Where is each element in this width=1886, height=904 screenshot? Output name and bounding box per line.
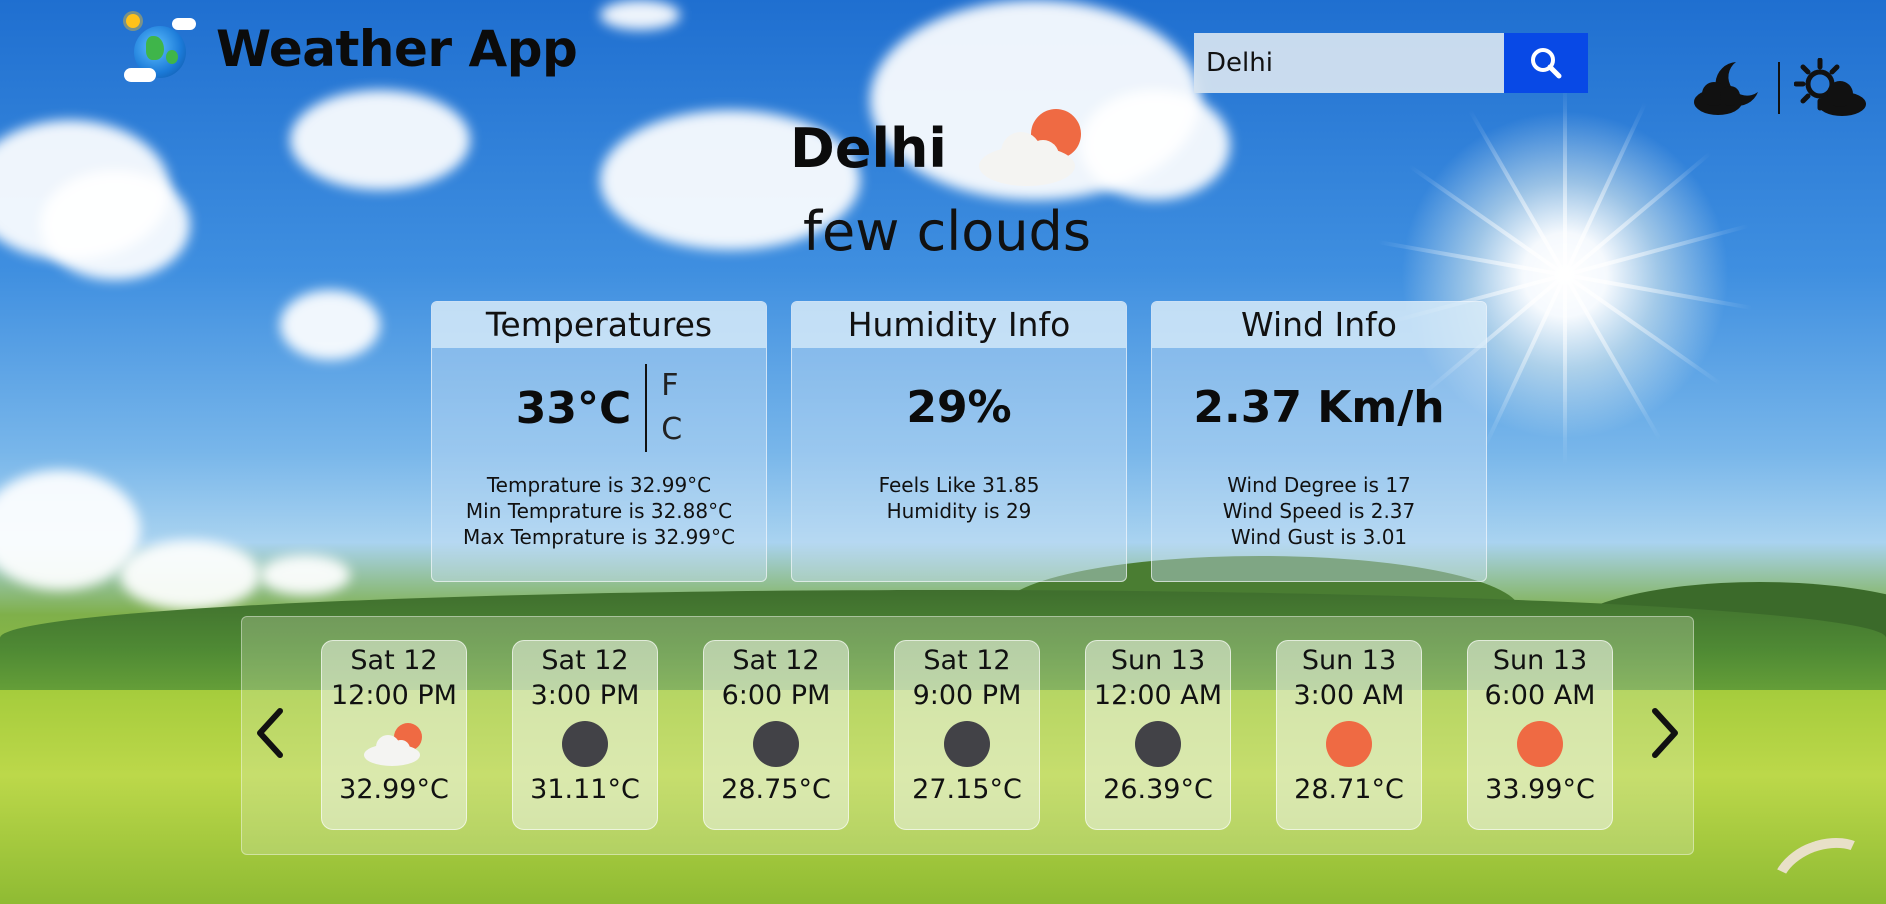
search-icon [1531, 48, 1562, 79]
temperature-value: 33°C [515, 382, 632, 434]
wind-card: Wind Info 2.37 Km/h Wind Degree is 17 Wi… [1151, 301, 1487, 582]
search-input[interactable] [1194, 33, 1504, 93]
forecast-carousel: Sat 12 12:00 PM 32.99°C Sat 12 3:00 PM 3… [241, 616, 1694, 855]
orange-circle-icon [1517, 721, 1563, 767]
forecast-temp: 28.75°C [721, 774, 831, 805]
current-temp-line: Temprature is 32.99°C [486, 473, 712, 497]
chevron-right-icon [1652, 708, 1678, 758]
search-bar [1194, 33, 1588, 93]
app-title: Weather App [216, 20, 578, 78]
sun-cloud-icon[interactable] [1794, 58, 1868, 118]
temperature-card-title: Temperatures [432, 302, 766, 348]
forecast-card: Sun 13 12:00 AM 26.39°C [1085, 640, 1231, 830]
orange-circle-icon [1326, 721, 1372, 767]
forecast-card: Sun 13 3:00 AM 28.71°C [1276, 640, 1422, 830]
forecast-day: Sun 13 [1492, 645, 1588, 676]
temperature-card: Temperatures 33°C F C Temprature is 32.9… [431, 301, 767, 582]
weather-description: few clouds [803, 200, 1091, 263]
dark-circle-icon [944, 721, 990, 767]
celsius-toggle[interactable]: C [661, 408, 682, 452]
forecast-day: Sat 12 [350, 645, 438, 676]
humidity-card: Humidity Info 29% Feels Like 31.85 Humid… [791, 301, 1127, 582]
wind-speed-line: Wind Speed is 2.37 [1222, 499, 1416, 523]
forecast-time: 12:00 AM [1093, 680, 1223, 711]
forecast-temp: 27.15°C [912, 774, 1022, 805]
forecast-temp: 28.71°C [1294, 774, 1404, 805]
forecast-temp: 32.99°C [339, 774, 449, 805]
forecast-card: Sun 13 6:00 AM 33.99°C [1467, 640, 1613, 830]
city-name: Delhi [790, 116, 947, 180]
forecast-time: 3:00 AM [1293, 680, 1405, 711]
unit-divider [645, 364, 648, 452]
forecast-day: Sun 13 [1301, 645, 1397, 676]
dark-circle-icon [562, 721, 608, 767]
forecast-time: 12:00 PM [331, 680, 457, 711]
dark-circle-icon [753, 721, 799, 767]
forecast-prev-button[interactable] [250, 705, 290, 761]
forecast-card: Sat 12 3:00 PM 31.11°C [512, 640, 658, 830]
forecast-time: 6:00 AM [1484, 680, 1596, 711]
forecast-day: Sun 13 [1110, 645, 1206, 676]
dark-circle-icon [1135, 721, 1181, 767]
humidity-value: 29% [906, 382, 1012, 433]
forecast-day: Sat 12 [732, 645, 820, 676]
forecast-time: 6:00 PM [721, 680, 831, 711]
chevron-left-icon [257, 708, 283, 758]
wind-value: 2.37 Km/h [1193, 382, 1445, 433]
wind-gust-line: Wind Gust is 3.01 [1230, 525, 1408, 549]
theme-toggle [1692, 58, 1868, 118]
max-temp-line: Max Temprature is 32.99°C [462, 525, 735, 549]
fahrenheit-toggle[interactable]: F [661, 364, 682, 408]
globe-logo-icon [124, 14, 196, 84]
forecast-next-button[interactable] [1645, 705, 1685, 761]
forecast-card: Sat 12 9:00 PM 27.15°C [894, 640, 1040, 830]
theme-divider [1778, 62, 1780, 114]
current-location: Delhi [790, 108, 1087, 188]
forecast-time: 9:00 PM [912, 680, 1022, 711]
wind-degree-line: Wind Degree is 17 [1227, 473, 1411, 497]
forecast-temp: 26.39°C [1103, 774, 1213, 805]
forecast-temp: 33.99°C [1485, 774, 1595, 805]
min-temp-line: Min Temprature is 32.88°C [465, 499, 733, 523]
few-clouds-day-icon [978, 109, 1081, 186]
forecast-card: Sat 12 6:00 PM 28.75°C [703, 640, 849, 830]
search-button[interactable] [1504, 33, 1588, 93]
feels-like-line: Feels Like 31.85 [878, 473, 1040, 497]
humidity-card-title: Humidity Info [792, 302, 1126, 348]
forecast-card: Sat 12 12:00 PM 32.99°C [321, 640, 467, 830]
forecast-day: Sat 12 [923, 645, 1011, 676]
forecast-time: 3:00 PM [530, 680, 640, 711]
moon-cloud-icon[interactable] [1692, 58, 1764, 118]
forecast-temp: 31.11°C [530, 774, 640, 805]
forecast-day: Sat 12 [541, 645, 629, 676]
app-brand: Weather App [124, 14, 578, 84]
humidity-line: Humidity is 29 [886, 499, 1032, 523]
few-clouds-icon [364, 723, 422, 766]
wind-card-title: Wind Info [1152, 302, 1486, 348]
